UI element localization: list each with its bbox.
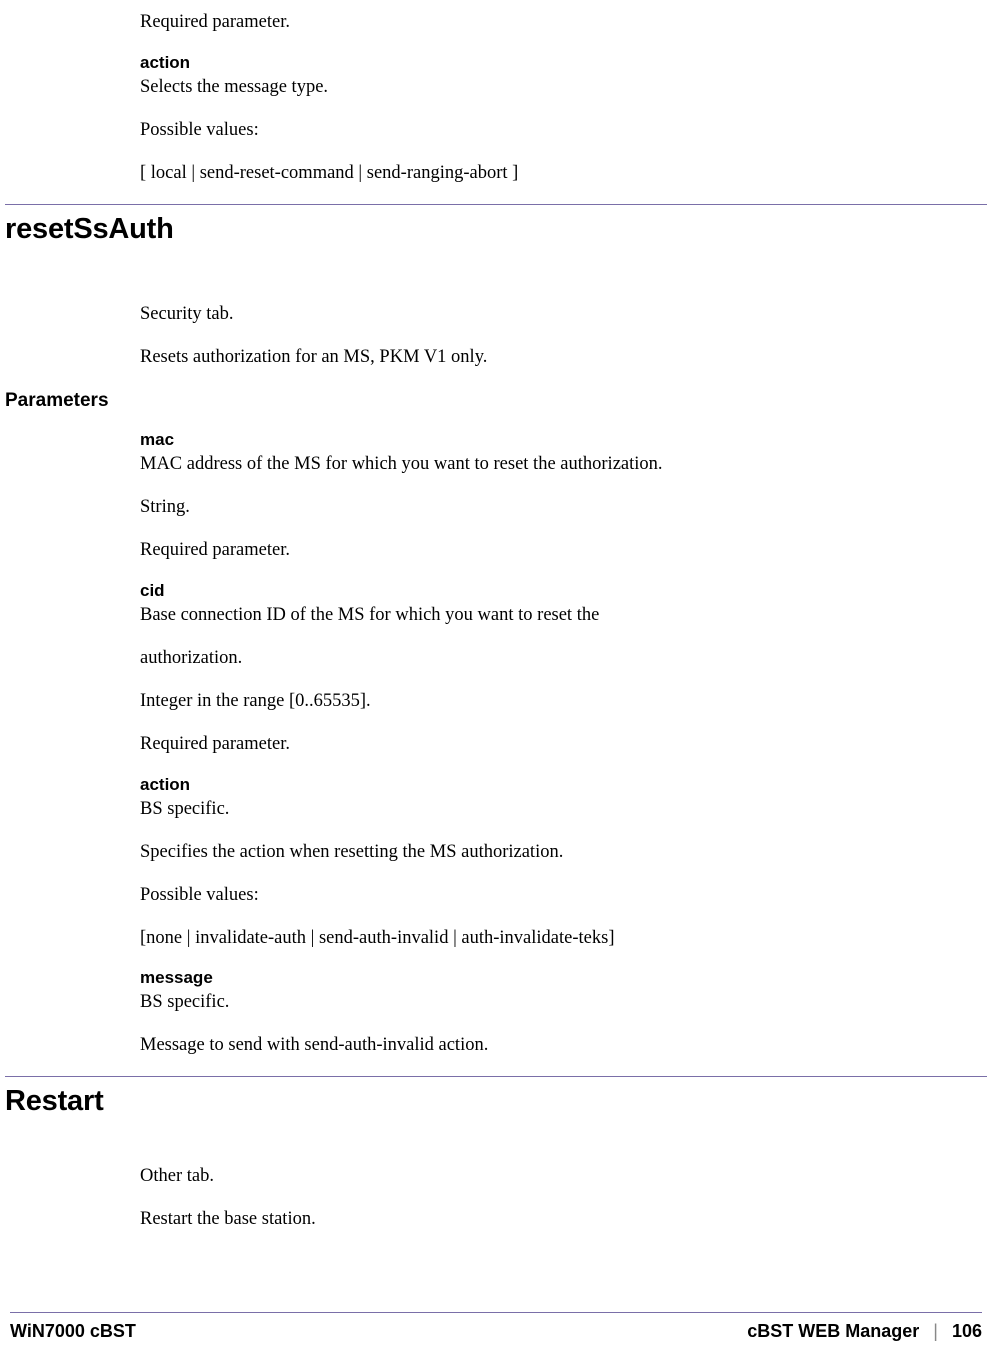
param-message-bs: BS specific. (140, 990, 932, 1015)
param-action-pv: [none | invalidate-auth | send-auth-inva… (140, 926, 932, 951)
param-cid-type: Integer in the range [0..65535]. (140, 689, 932, 714)
resetssauth-tab: Security tab. (140, 302, 932, 327)
param-action-desc: Specifies the action when resetting the … (140, 840, 932, 865)
top-action-desc: Selects the message type. (140, 75, 932, 100)
resetssauth-desc: Resets authorization for an MS, PKM V1 o… (140, 345, 932, 370)
section-heading-restart: Restart (5, 1085, 992, 1118)
param-action-label: action (140, 775, 932, 795)
param-message-desc: Message to send with send-auth-invalid a… (140, 1033, 932, 1058)
footer-page-number: 106 (952, 1321, 982, 1342)
restart-desc: Restart the base station. (140, 1207, 932, 1232)
top-required: Required parameter. (140, 10, 932, 35)
parameters-heading: Parameters (5, 390, 992, 412)
param-mac-desc: MAC address of the MS for which you want… (140, 452, 932, 477)
top-possible-values: [ local | send-reset-command | send-rang… (140, 161, 932, 186)
footer-separator: | (933, 1321, 938, 1342)
param-action-bs: BS specific. (140, 797, 932, 822)
param-mac-required: Required parameter. (140, 538, 932, 563)
param-message-label: message (140, 968, 932, 988)
param-action-pv-label: Possible values: (140, 883, 932, 908)
footer-left: WiN7000 cBST (10, 1321, 136, 1342)
param-cid-desc1: Base connection ID of the MS for which y… (140, 603, 932, 628)
restart-tab: Other tab. (140, 1164, 932, 1189)
param-mac-type: String. (140, 495, 932, 520)
param-cid-label: cid (140, 581, 932, 601)
param-cid-desc2: authorization. (140, 646, 932, 671)
top-action-label: action (140, 53, 932, 73)
param-cid-required: Required parameter. (140, 732, 932, 757)
top-possible-values-label: Possible values: (140, 118, 932, 143)
footer-right-label: cBST WEB Manager (747, 1321, 919, 1342)
param-mac-label: mac (140, 430, 932, 450)
section-heading-resetssauth: resetSsAuth (5, 213, 992, 246)
